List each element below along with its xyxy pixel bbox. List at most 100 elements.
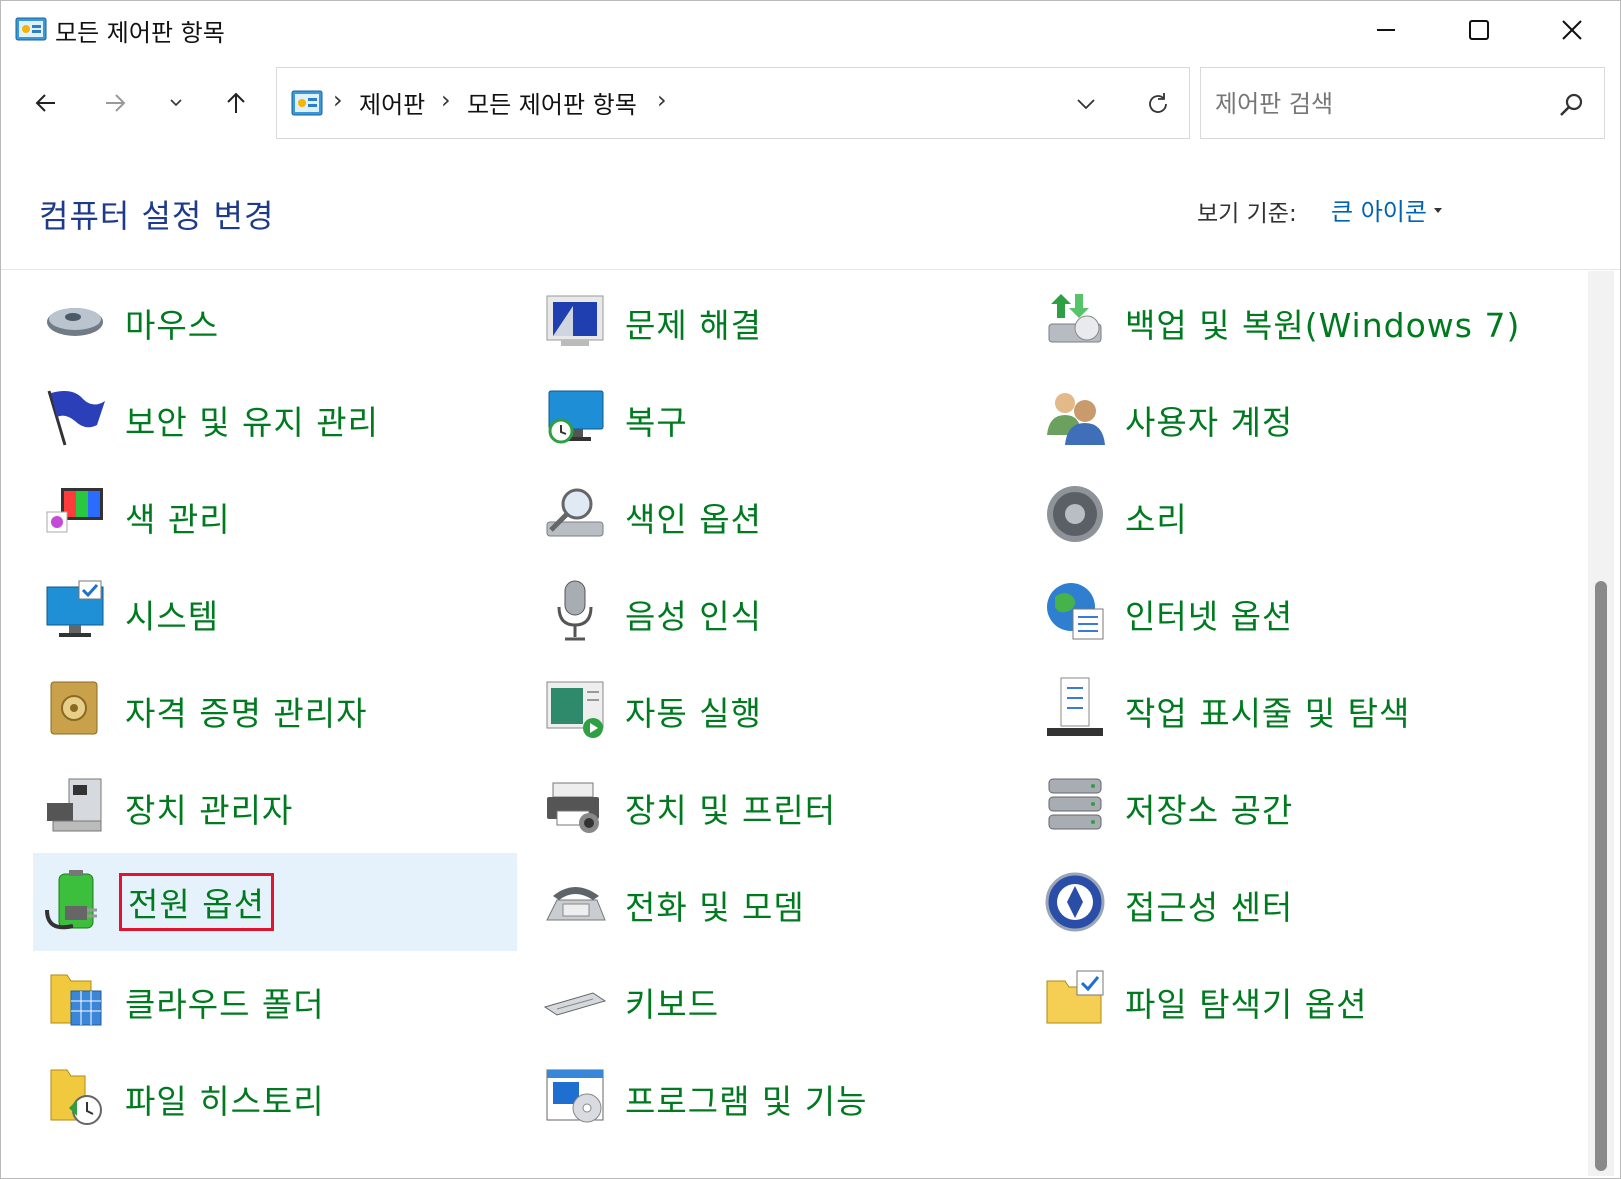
window-title: 모든 제어판 항목 [55,19,225,47]
item-recovery[interactable]: 복구 [533,368,1017,466]
up-button[interactable] [213,81,259,125]
item-label[interactable]: 파일 탐색기 옵션 [1125,978,1368,1026]
arrow-up-icon [227,92,245,113]
phone-modem-icon [546,887,606,921]
header-divider [1,269,1620,270]
arrow-left-icon [35,94,55,112]
item-label[interactable]: 저장소 공간 [1125,784,1293,832]
control-panel-items: 마우스 문제 해결 백업 및 복원(Windows 7) 보안 및 유지 관리 … [1,271,1586,1179]
item-color-management[interactable]: 색 관리 [33,465,517,563]
item-label[interactable]: 색인 옵션 [625,493,762,541]
item-credential-manager[interactable]: 자격 증명 관리자 [33,659,517,757]
navigation-bar: › 제어판 › 모든 제어판 항목 › [1,67,1620,139]
control-panel-window: 모든 제어판 항목 › 제어판 › 모든 제어판 항목 › 제어판 검색 컴퓨터… [0,0,1621,1179]
search-icon[interactable] [1557,90,1587,120]
item-system[interactable]: 시스템 [33,562,517,660]
view-by-value[interactable]: 큰 아이콘 [1331,192,1427,227]
item-troubleshooting[interactable]: 문제 해결 [533,271,1017,369]
item-backup-restore[interactable]: 백업 및 복원(Windows 7) [1033,271,1520,369]
item-taskbar-navigation[interactable]: 작업 표시줄 및 탐색 [1033,659,1517,757]
item-label[interactable]: 접근성 센터 [1125,881,1293,929]
item-cloud-folder[interactable]: 클라우드 폴더 [33,950,517,1048]
item-user-accounts[interactable]: 사용자 계정 [1033,368,1517,466]
item-label[interactable]: 보안 및 유지 관리 [125,396,379,444]
address-history-button[interactable] [1063,82,1109,126]
mouse-icon [47,308,103,336]
scrollbar-thumb[interactable] [1595,581,1607,1171]
close-icon [1562,20,1582,40]
maximize-icon [1469,20,1489,40]
item-label[interactable]: 클라우드 폴더 [125,978,325,1026]
storage-spaces-icon [1048,778,1102,830]
breadcrumb-control-panel[interactable]: 제어판 [359,85,425,120]
item-label[interactable]: 백업 및 복원(Windows 7) [1125,299,1520,347]
item-label[interactable]: 파일 히스토리 [125,1075,325,1123]
refresh-button[interactable] [1135,82,1181,126]
item-speech-recognition[interactable]: 음성 인식 [533,562,1017,660]
item-devices-printers[interactable]: 장치 및 프린터 [533,756,1017,854]
item-file-explorer-options[interactable]: 파일 탐색기 옵션 [1033,950,1517,1048]
item-label[interactable]: 마우스 [125,299,219,347]
item-phone-modem[interactable]: 전화 및 모뎀 [533,853,1017,951]
item-label[interactable]: 복구 [625,396,688,444]
item-label[interactable]: 작업 표시줄 및 탐색 [1125,687,1410,735]
item-label[interactable]: 키보드 [625,978,719,1026]
arrow-right-icon [106,94,126,112]
item-label[interactable]: 자격 증명 관리자 [125,687,368,735]
credential-manager-icon [50,681,98,735]
item-label[interactable]: 사용자 계정 [1125,396,1293,444]
item-label[interactable]: 자동 실행 [625,687,762,735]
item-mouse[interactable]: 마우스 [33,271,517,369]
item-sound[interactable]: 소리 [1033,465,1517,563]
backup-restore-icon [1048,294,1102,343]
breadcrumb-separator-icon[interactable]: › [441,86,451,114]
maximize-button[interactable] [1433,1,1525,59]
item-keyboard[interactable]: 키보드 [533,950,1017,1048]
item-label[interactable]: 문제 해결 [625,299,762,347]
search-box[interactable] [1200,67,1605,139]
breadcrumb-all-items[interactable]: 모든 제어판 항목 [467,85,637,120]
control-panel-icon [15,17,47,41]
item-ease-of-access[interactable]: 접근성 센터 [1033,853,1517,951]
item-label[interactable]: 시스템 [125,590,219,638]
indexing-options-icon [546,488,604,537]
back-button[interactable] [23,81,69,125]
forward-button[interactable] [92,81,138,125]
view-by-dropdown[interactable]: 큰 아이콘 [1331,192,1443,227]
item-label[interactable]: 장치 관리자 [125,784,293,832]
item-power-options[interactable]: 전원 옵션 [33,853,517,951]
keyboard-icon [543,992,607,1016]
minimize-button[interactable] [1340,1,1432,59]
item-label[interactable]: 전화 및 모뎀 [625,881,805,929]
breadcrumb-separator-icon[interactable]: › [333,86,343,114]
device-manager-icon [47,778,102,832]
item-label[interactable]: 인터넷 옵션 [1125,590,1293,638]
item-label[interactable]: 음성 인식 [625,590,762,638]
item-label[interactable]: 색 관리 [125,493,231,541]
troubleshooting-icon [546,295,604,346]
item-security-maintenance[interactable]: 보안 및 유지 관리 [33,368,517,466]
item-label[interactable]: 장치 및 프린터 [625,784,836,832]
chevron-down-icon [170,99,182,107]
item-file-history[interactable]: 파일 히스토리 [33,1047,517,1145]
recent-locations-button[interactable] [153,81,199,125]
autoplay-icon [546,681,604,738]
item-indexing-options[interactable]: 색인 옵션 [533,465,1017,563]
item-autoplay[interactable]: 자동 실행 [533,659,1017,757]
item-storage-spaces[interactable]: 저장소 공간 [1033,756,1517,854]
search-input[interactable] [1215,86,1545,122]
close-button[interactable] [1526,1,1618,59]
item-device-manager[interactable]: 장치 관리자 [33,756,517,854]
security-maintenance-flag-icon [47,390,105,446]
item-label[interactable]: 소리 [1125,493,1188,541]
breadcrumb-separator-icon[interactable]: › [657,86,667,114]
internet-options-icon [1047,583,1104,640]
microphone-icon [557,580,593,641]
minimize-icon [1377,29,1395,31]
item-label[interactable]: 전원 옵션 [119,873,274,931]
address-bar[interactable]: › 제어판 › 모든 제어판 항목 › [276,67,1190,139]
item-internet-options[interactable]: 인터넷 옵션 [1033,562,1517,660]
item-programs-features[interactable]: 프로그램 및 기능 [533,1047,1017,1145]
item-label[interactable]: 프로그램 및 기능 [625,1075,868,1123]
file-history-icon [50,1069,102,1125]
